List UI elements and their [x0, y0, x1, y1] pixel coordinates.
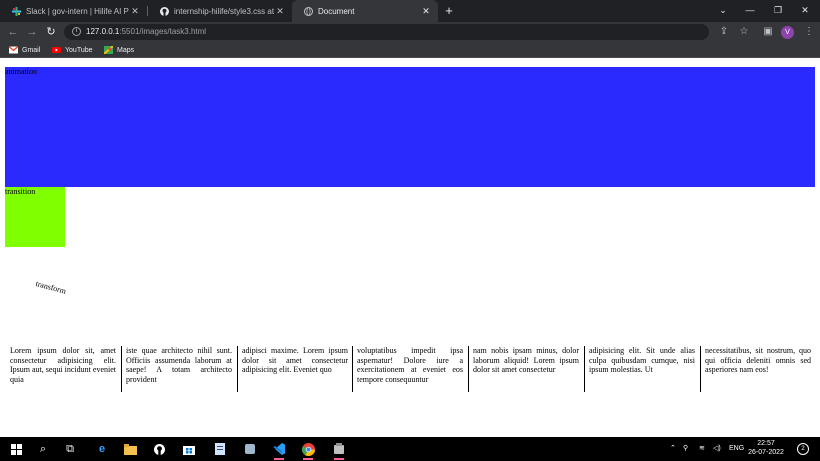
bookmark-gmail[interactable]: Gmail	[8, 44, 41, 56]
app-icon[interactable]	[331, 441, 347, 460]
gmail-icon	[8, 45, 19, 54]
text-column: voluptatibus impedit ipsa aspernatur! Do…	[357, 346, 463, 384]
browser-toolbar: ← → ↻ i 127.0.0.1:5501/images/task3.html…	[0, 22, 820, 42]
slack-icon	[12, 6, 21, 16]
url-host: 127.0.0.1	[86, 27, 120, 36]
multi-column-text: Lorem ipsum dolor sit, amet consectetur …	[5, 346, 815, 392]
bookmark-label: Gmail	[22, 46, 41, 54]
youtube-icon	[52, 46, 61, 54]
maximize-icon[interactable]: ❐	[771, 3, 785, 17]
globe-icon	[304, 6, 313, 16]
bookmark-maps[interactable]: Maps	[103, 44, 135, 56]
wifi-icon[interactable]: ≋	[699, 444, 705, 453]
url-text[interactable]: 127.0.0.1:5501/images/task3.html	[86, 27, 206, 37]
bookmark-label: YouTube	[65, 46, 93, 54]
tab-title: Slack | gov-intern | Hilife AI Privat	[26, 6, 129, 16]
reload-icon[interactable]: ↻	[44, 25, 58, 39]
chrome-icon[interactable]	[300, 441, 316, 460]
clock-time: 22:57	[757, 440, 775, 447]
minimize-icon[interactable]: —	[743, 3, 757, 17]
menu-icon[interactable]: ⋮	[803, 26, 815, 38]
maps-icon	[103, 45, 114, 55]
animation-box: animation	[5, 67, 815, 187]
tab-github[interactable]: internship-hilife/style3.css at ma ✕	[148, 0, 292, 22]
text-column: Lorem ipsum dolor sit, amet consectetur …	[10, 346, 116, 384]
transform-label: transform	[34, 279, 68, 296]
transition-label: transition	[5, 187, 36, 196]
close-window-icon[interactable]: ✕	[798, 3, 812, 17]
profile-avatar[interactable]: V	[781, 26, 794, 39]
tab-slack[interactable]: Slack | gov-intern | Hilife AI Privat ✕	[0, 0, 147, 22]
address-bar[interactable]: i 127.0.0.1:5501/images/task3.html	[64, 24, 709, 40]
tab-document[interactable]: Document ✕	[292, 0, 438, 22]
github-desktop-icon[interactable]	[151, 441, 167, 457]
vscode-icon[interactable]	[271, 441, 287, 460]
close-icon[interactable]: ✕	[129, 6, 141, 17]
bookmark-youtube[interactable]: YouTube	[52, 44, 93, 56]
github-icon	[160, 6, 169, 16]
tab-search-icon[interactable]: ⌄	[716, 3, 730, 17]
side-panel-icon[interactable]: ▣	[762, 26, 774, 38]
system-clock[interactable]: 22:57 26-07-2022	[746, 439, 786, 457]
animation-label: animation	[5, 67, 37, 76]
search-icon[interactable]: ⌕	[35, 441, 51, 457]
app-icon[interactable]	[242, 441, 258, 457]
text-column: necessitatibus, sit nostrum, quo qui off…	[705, 346, 811, 374]
windows-start-icon[interactable]	[8, 441, 24, 457]
bookmark-label: Maps	[117, 46, 135, 54]
new-tab-button[interactable]: +	[442, 3, 456, 18]
tray-chevron-icon[interactable]: ⌃	[670, 444, 676, 453]
network-icon[interactable]: ⚲	[683, 444, 688, 453]
store-icon[interactable]	[181, 441, 197, 457]
page-viewport: animation transition transform Lorem ips…	[0, 58, 820, 437]
task-view-icon[interactable]: ⧉	[62, 441, 78, 457]
edge-icon[interactable]: e	[94, 441, 110, 457]
notification-badge[interactable]: 2	[797, 443, 809, 455]
forward-icon[interactable]: →	[25, 25, 39, 39]
text-column: nam nobis ipsam minus, dolor laborum ali…	[473, 346, 579, 374]
volume-icon[interactable]: ◁)	[713, 444, 721, 453]
bookmark-star-icon[interactable]: ☆	[738, 26, 750, 38]
text-column: adipisci maxime. Lorem ipsum dolor sit a…	[242, 346, 348, 374]
notepad-icon[interactable]	[212, 441, 228, 457]
tab-title: Document	[318, 6, 355, 16]
transition-box: transition	[5, 187, 65, 247]
clock-date: 26-07-2022	[748, 449, 784, 456]
tab-title: internship-hilife/style3.css at ma	[174, 6, 274, 16]
close-icon[interactable]: ✕	[274, 6, 286, 17]
windows-taskbar: ⌕ ⧉ e ⌃ ⚲ ≋ ◁) ENG 22:57 26-07-2022 2	[0, 437, 820, 461]
text-column: iste quae architecto nihil sunt. Officii…	[126, 346, 232, 384]
back-icon[interactable]: ←	[6, 25, 20, 39]
close-icon[interactable]: ✕	[420, 6, 432, 17]
bookmarks-bar: Gmail YouTube Maps	[0, 42, 820, 58]
text-column: adipisicing elit. Sit unde alias culpa q…	[589, 346, 695, 374]
url-path: :5501/images/task3.html	[119, 27, 207, 36]
share-icon[interactable]: ⇪	[718, 26, 730, 38]
language-indicator[interactable]: ENG	[729, 444, 744, 453]
site-info-icon[interactable]: i	[72, 27, 81, 36]
tab-strip: Slack | gov-intern | Hilife AI Privat ✕ …	[0, 0, 820, 22]
file-explorer-icon[interactable]	[122, 441, 138, 457]
